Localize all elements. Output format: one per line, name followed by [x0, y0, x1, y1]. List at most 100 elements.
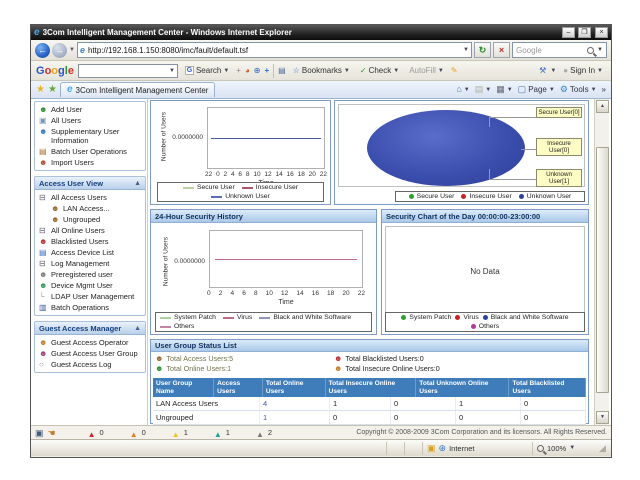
table-column-header[interactable]: Access Users [214, 378, 263, 397]
sidebar-item[interactable]: Access Device List [35, 247, 145, 258]
cell-access-users[interactable]: 1 [260, 411, 330, 424]
zoom-control[interactable]: 100% ▼ [533, 442, 599, 455]
wrench-icon[interactable]: ⚒ [539, 67, 546, 75]
cell-access-users[interactable]: 4 [260, 397, 330, 410]
toolbar-swirl-icon[interactable]: ◕ [245, 67, 250, 75]
google-search-button[interactable]: G Search ▼ [182, 65, 232, 76]
print-button[interactable]: ▦▼ [496, 85, 512, 94]
toolbar-add-icon[interactable]: + [264, 67, 269, 75]
scrollbar-thumb[interactable] [596, 147, 609, 393]
table-column-header[interactable]: Total Online Users [263, 378, 326, 397]
legend-label: Black and White Software [273, 314, 351, 321]
search-icon[interactable] [587, 47, 594, 54]
refresh-button[interactable]: ↻ [474, 42, 491, 58]
signin-dropdown-icon[interactable]: ▼ [597, 68, 603, 74]
stop-button[interactable]: × [493, 42, 510, 58]
sidebar-item[interactable]: Guest Access User Group [35, 348, 145, 359]
empty-chart-area: No Data [385, 226, 585, 316]
sidebar-item[interactable]: LAN Access... [35, 203, 145, 214]
forward-button[interactable]: → [52, 43, 67, 58]
toolbar-globe-icon[interactable]: ⊕ [254, 67, 261, 75]
legend-line-swatch [183, 187, 194, 189]
bookmarks-dropdown-icon[interactable]: ▼ [344, 68, 350, 74]
legend-item: Black and White Software [259, 314, 351, 321]
autofill-button[interactable]: AutoFill ▼ [406, 65, 447, 76]
sidebar-item[interactable]: Batch Operations [35, 302, 145, 313]
scroll-up-icon[interactable]: ▲ [596, 100, 609, 113]
more-commands-chevron-icon[interactable]: » [602, 85, 606, 94]
google-search-dropdown-icon[interactable]: ▼ [169, 68, 175, 74]
check-dropdown-icon[interactable]: ▼ [393, 68, 399, 74]
title-bar[interactable]: e 3Com Intelligent Management Center - W… [31, 25, 611, 40]
collapse-section-icon[interactable]: ▲ [134, 180, 141, 187]
alarm-panel-icon[interactable]: ▣ [35, 428, 44, 438]
legend-label: Others [174, 323, 194, 330]
guest-access-manager-header[interactable]: Guest Access Manager ▲ [35, 322, 145, 335]
sidebar-item[interactable]: Import Users [35, 157, 145, 168]
sidebar-item[interactable]: Log Management [35, 258, 145, 269]
page-menu-button[interactable]: ▢Page▼ [518, 85, 555, 94]
close-button[interactable]: × [595, 27, 608, 38]
toolbar-plus-icon[interactable]: + [236, 67, 241, 75]
home-button[interactable]: ⌂▼ [456, 85, 469, 94]
sidebar-item[interactable]: Guest Access Log [35, 359, 145, 370]
scroll-down-icon[interactable]: ▼ [596, 411, 609, 424]
total-insecure-users-icon [334, 364, 342, 373]
table-column-header[interactable]: Total Insecure Online Users [326, 378, 417, 397]
highlighter-pen-icon[interactable]: ✎ [451, 67, 458, 75]
table-header-row: User Group NameAccess UsersTotal Online … [153, 378, 586, 397]
alarm-hand-icon[interactable]: ☚ [48, 428, 56, 438]
legend-line-swatch [160, 317, 171, 319]
bookmarks-button[interactable]: ☆ Bookmarks ▼ [290, 65, 353, 76]
check-button[interactable]: ✓ Check ▼ [357, 65, 402, 76]
address-input[interactable]: e http://192.168.1.150:8080/imc/fault/de… [77, 42, 472, 58]
sidebar-item[interactable]: Device Mgmt User [35, 280, 145, 291]
maximize-button[interactable]: ❐ [578, 27, 591, 38]
sidebar-item[interactable]: Ungrouped [35, 214, 145, 225]
tools-menu-button[interactable]: ⚙Tools▼ [560, 85, 597, 94]
table-column-header[interactable]: User Group Name [153, 378, 214, 397]
legend-item: Others [471, 323, 499, 330]
google-search-input[interactable]: ▼ [78, 64, 178, 78]
cell-user-group-name[interactable]: Ungrouped [153, 411, 260, 424]
content-scrollbar[interactable]: ▲ ▼ [594, 99, 609, 425]
google-search-options-icon[interactable]: ▼ [223, 68, 229, 74]
sidebar-item[interactable]: All Online Users [35, 225, 145, 236]
sidebar-item[interactable]: Guest Access Operator [35, 337, 145, 348]
access-user-view-header[interactable]: Access User View ▲ [35, 177, 145, 190]
send-to-icon[interactable]: ▤ [278, 67, 286, 75]
sidebar-item[interactable]: Batch User Operations [35, 146, 145, 157]
autofill-dropdown-icon[interactable]: ▼ [438, 68, 444, 74]
collapse-section-icon[interactable]: ▲ [134, 325, 141, 332]
browser-search-input[interactable]: Google ▼ [512, 42, 607, 58]
search-dropdown-icon[interactable]: ▼ [597, 47, 603, 53]
table-column-header[interactable]: Total Blacklisted Users [509, 378, 586, 397]
zoom-dropdown-icon[interactable]: ▼ [569, 445, 575, 451]
wrench-dropdown-icon[interactable]: ▼ [550, 68, 556, 74]
address-dropdown-icon[interactable]: ▼ [463, 47, 469, 53]
sidebar-item[interactable]: Add User [35, 104, 145, 115]
back-button[interactable]: ← [35, 43, 50, 58]
browser-window: e 3Com Intelligent Management Center - W… [30, 24, 612, 458]
alarm-count: 1 [184, 428, 188, 437]
cell-user-group-name[interactable]: LAN Access Users [153, 397, 260, 410]
sidebar-item[interactable]: Supplementary User Information [35, 126, 145, 146]
unknown-user-series-line [211, 138, 320, 139]
history-dropdown-icon[interactable]: ▼ [69, 47, 75, 53]
table-column-header[interactable]: Total Unknown Online Users [416, 378, 509, 397]
favorites-star-icon[interactable]: ★ [36, 85, 45, 95]
legend-line-swatch [242, 187, 253, 189]
add-favorite-icon[interactable]: ★ [48, 85, 57, 95]
sidebar-item[interactable]: All Access Users [35, 192, 145, 203]
browser-tab[interactable]: e 3Com Intelligent Management Center [60, 82, 216, 97]
sidebar-item[interactable]: Blacklisted Users [35, 236, 145, 247]
sidebar-item[interactable]: Preregistered user [35, 269, 145, 280]
minimize-button[interactable]: – [562, 27, 575, 38]
sidebar-item[interactable]: LDAP User Management [35, 291, 145, 302]
chart-legend: Secure User Insecure User Unknown User [157, 182, 324, 202]
sidebar-item[interactable]: All Users [35, 115, 145, 126]
resize-grip[interactable]: ◢ [599, 442, 609, 455]
x-tick: 4 [231, 171, 235, 178]
feeds-button[interactable]: ▤▼ [475, 85, 491, 94]
signin-button[interactable]: ● Sign In ▼ [560, 65, 606, 76]
